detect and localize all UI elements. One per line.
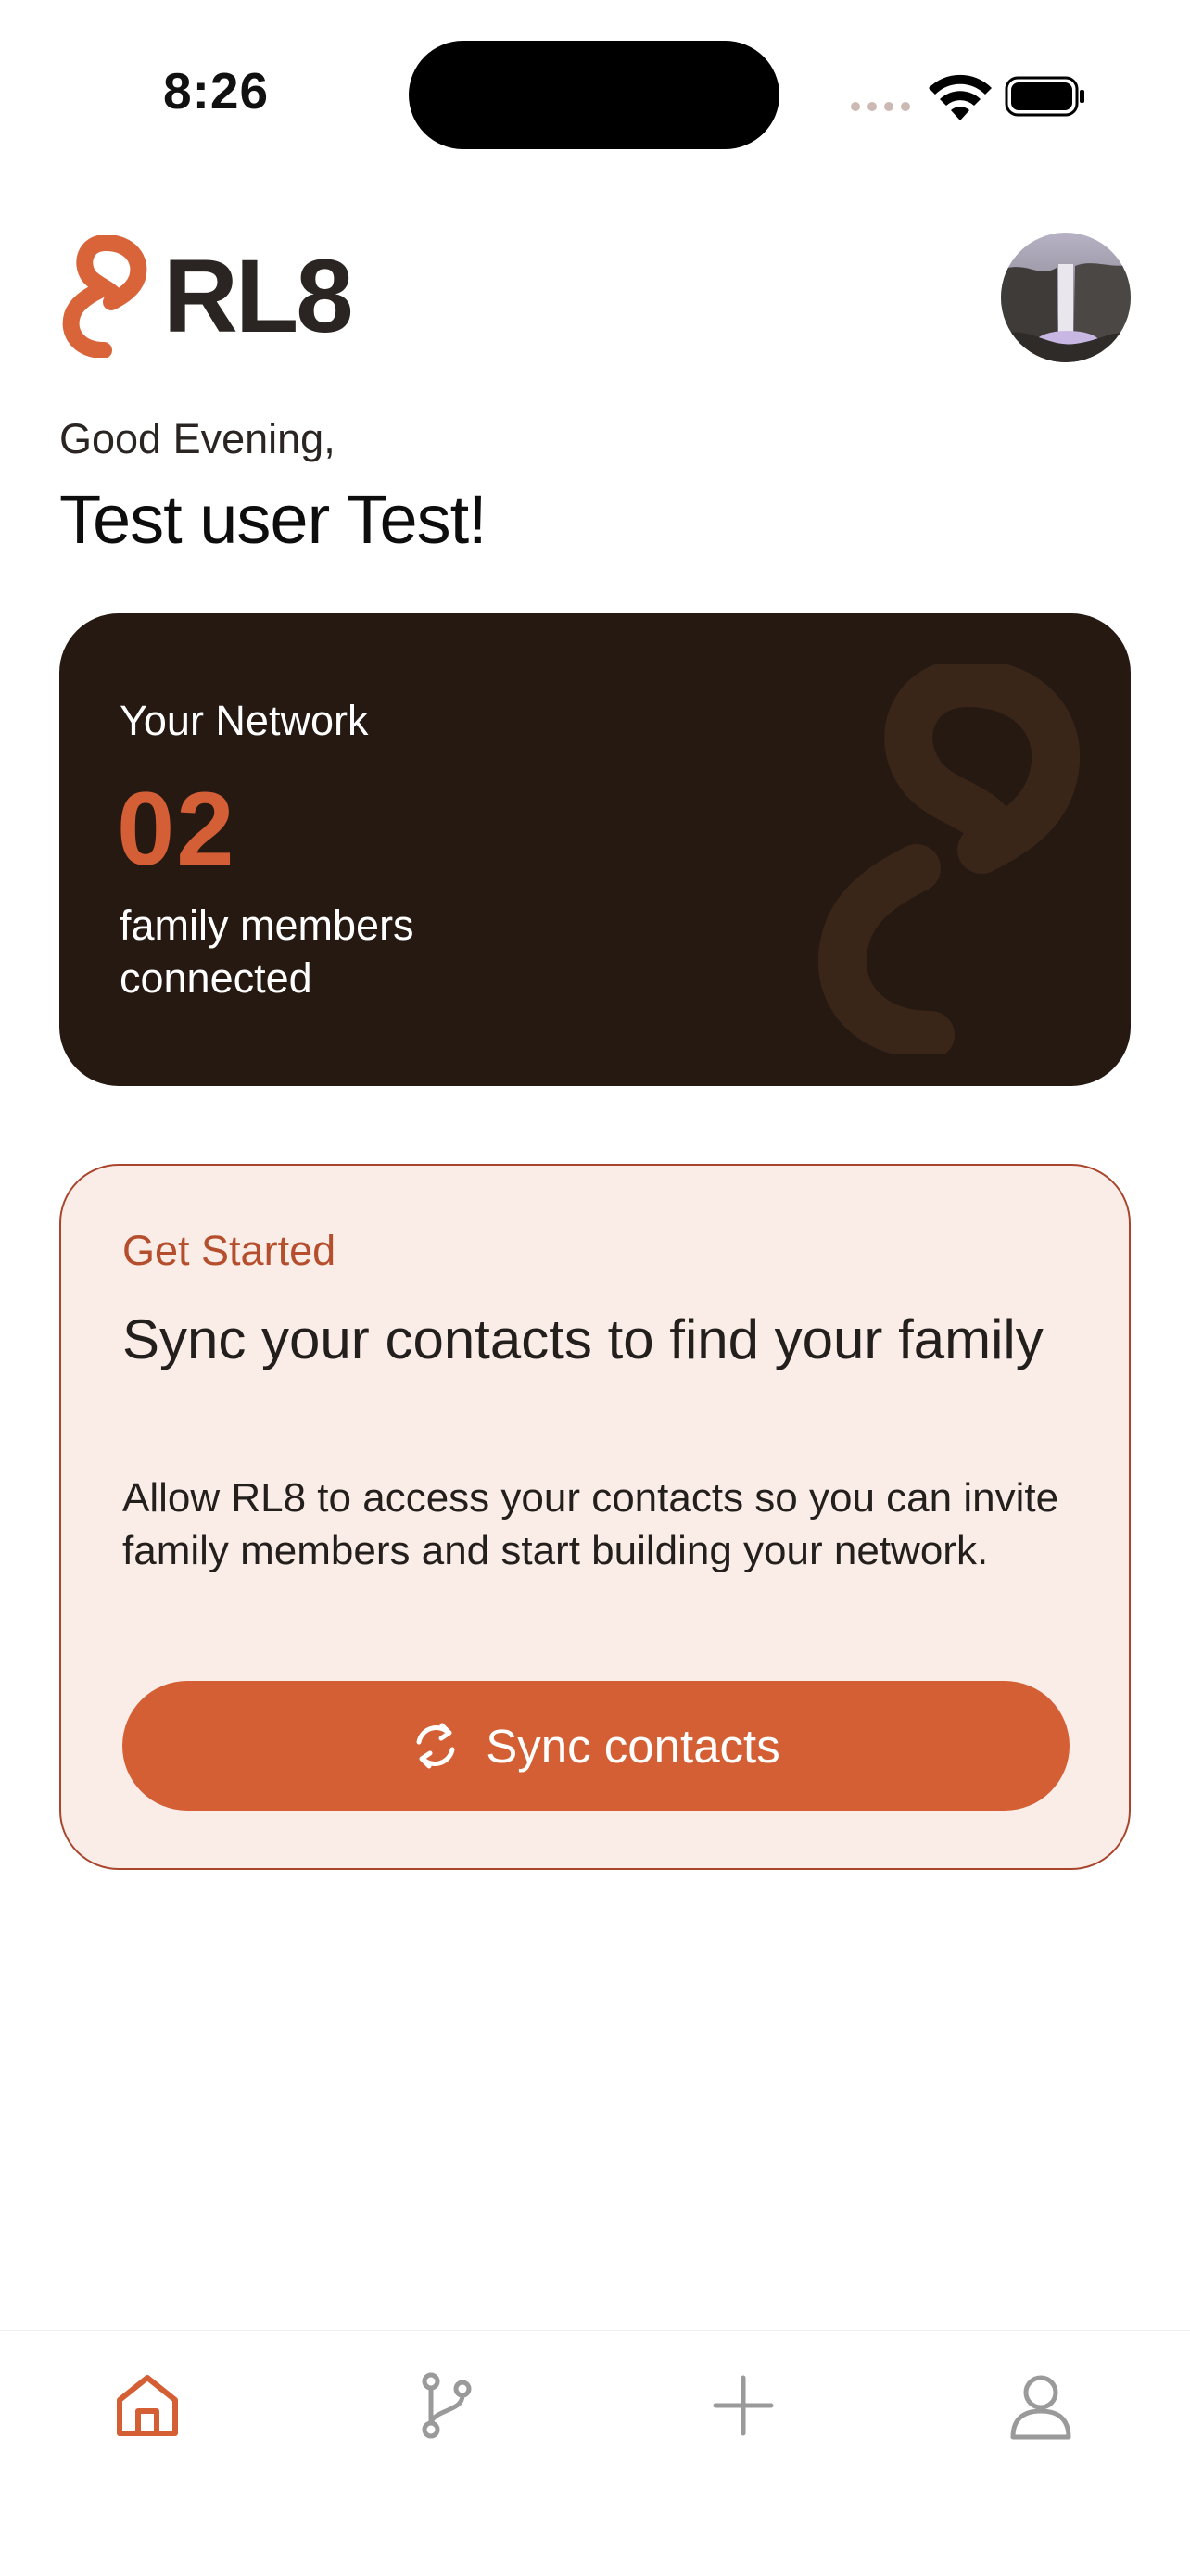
tab-bar bbox=[0, 2330, 1190, 2576]
profile-icon bbox=[1010, 2375, 1071, 2440]
network-count: 02 bbox=[117, 771, 236, 887]
dynamic-island bbox=[409, 41, 779, 149]
plus-icon bbox=[713, 2375, 774, 2436]
status-time: 8:26 bbox=[163, 62, 270, 120]
avatar-image bbox=[1001, 233, 1131, 362]
sync-icon bbox=[416, 1723, 455, 1769]
home-icon bbox=[117, 2375, 178, 2436]
chain-link-logo-icon bbox=[62, 235, 147, 358]
battery-icon bbox=[1005, 76, 1084, 117]
get-started-card: Get Started Sync your contacts to find y… bbox=[59, 1164, 1131, 1870]
tab-add[interactable] bbox=[669, 2350, 817, 2461]
branch-icon bbox=[422, 2372, 472, 2439]
network-title: Your Network bbox=[120, 697, 369, 744]
greeting-username: Test user Test! bbox=[59, 481, 487, 558]
app-logo: RL8 bbox=[57, 235, 354, 358]
tab-profile[interactable] bbox=[967, 2350, 1115, 2461]
tab-home[interactable] bbox=[73, 2350, 222, 2461]
network-card[interactable]: Your Network 02 family members connected bbox=[59, 613, 1131, 1086]
wifi-icon bbox=[929, 74, 992, 120]
greeting-salutation: Good Evening, bbox=[59, 415, 335, 462]
get-started-kicker: Get Started bbox=[122, 1227, 336, 1274]
logo-text: RL8 bbox=[163, 238, 354, 354]
sync-contacts-button[interactable]: Sync contacts bbox=[122, 1681, 1070, 1811]
get-started-title: Sync your contacts to find your family bbox=[122, 1308, 1044, 1370]
get-started-body: Allow RL8 to access your contacts so you… bbox=[122, 1475, 1059, 1573]
avatar[interactable] bbox=[1001, 233, 1131, 362]
status-bar: 8:26 bbox=[0, 0, 1190, 185]
cellular-signal-icon bbox=[851, 102, 910, 111]
chain-link-watermark-icon bbox=[817, 664, 1081, 1054]
sync-contacts-label: Sync contacts bbox=[486, 1719, 780, 1773]
tab-branch[interactable] bbox=[372, 2350, 520, 2461]
network-subtitle: family members connected bbox=[120, 902, 414, 1002]
